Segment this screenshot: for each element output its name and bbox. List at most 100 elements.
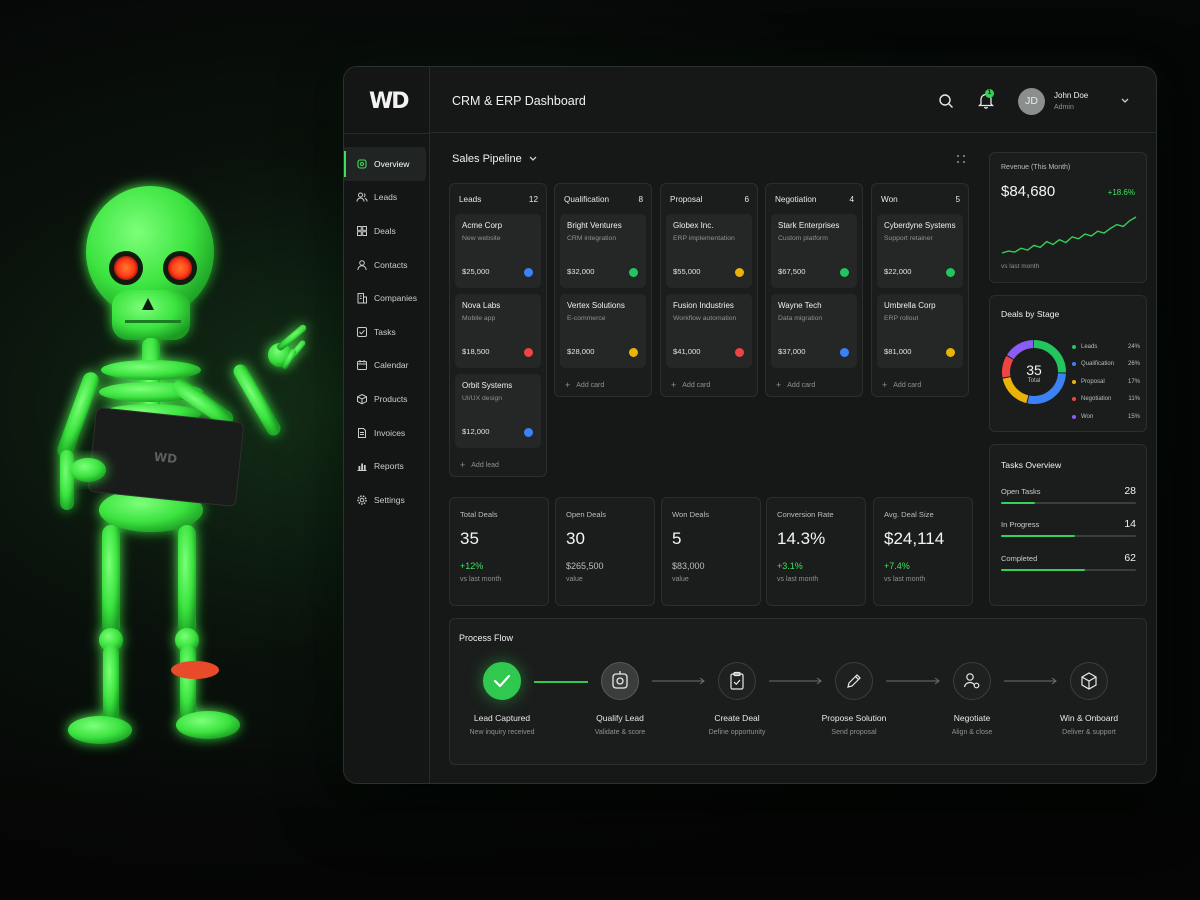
- left-eye: [114, 256, 138, 280]
- add-label: Add card: [787, 381, 816, 389]
- process-step[interactable]: Propose Solution Send proposal: [794, 662, 914, 736]
- add-card-button[interactable]: + Add card: [555, 374, 651, 396]
- sidebar-item-leads[interactable]: Leads: [344, 181, 430, 215]
- owner-dot: [735, 268, 744, 277]
- sidebar-item-label: Deals: [374, 225, 396, 236]
- box-icon: [356, 393, 368, 405]
- sidebar-item-overview[interactable]: Overview: [344, 147, 426, 181]
- deal-description: ERP implementation: [673, 235, 735, 242]
- column-title: Qualification: [564, 194, 610, 204]
- legend-dot: [1072, 344, 1076, 349]
- legend-label: Negotiation: [1081, 396, 1112, 403]
- users-icon: [356, 191, 368, 203]
- drag-handle-icon[interactable]: [956, 154, 966, 164]
- notification-badge: 1: [985, 89, 994, 98]
- deal-card[interactable]: Vertex Solutions E-commerce $28,000: [560, 294, 646, 368]
- stat-card: Conversion Rate 14.3% +3.1% vs last month: [766, 497, 866, 606]
- column-count: 4: [849, 194, 854, 204]
- step-subtitle: Deliver & support: [1062, 729, 1116, 736]
- add-card-button[interactable]: + Add card: [766, 374, 862, 396]
- sidebar-item-reports[interactable]: Reports: [344, 449, 430, 483]
- column-count: 6: [744, 194, 749, 204]
- step-title: Negotiate: [953, 713, 991, 723]
- deal-company: Stark Enterprises: [778, 221, 840, 230]
- legend-percent: 24%: [1127, 343, 1140, 350]
- column-header: Won 5: [872, 184, 968, 214]
- target-icon: [601, 662, 639, 700]
- user-gear-icon: [953, 662, 991, 700]
- add-label: Add card: [682, 381, 711, 389]
- task-progress-bar: [1001, 502, 1136, 504]
- process-flow-title: Process Flow: [459, 633, 514, 643]
- revenue-change: +18.6%: [1107, 188, 1135, 197]
- owner-dot: [524, 268, 533, 277]
- legend-item: Won 15%: [1072, 408, 1140, 426]
- deal-card[interactable]: Cyberdyne Systems Support retainer $22,000: [877, 214, 963, 288]
- step-subtitle: Validate & score: [594, 729, 646, 736]
- task-progress-fill: [1001, 535, 1076, 537]
- task-row: In Progress 14: [1001, 518, 1136, 537]
- process-step[interactable]: Create Deal Define opportunity: [677, 662, 797, 736]
- sidebar-item-deals[interactable]: Deals: [344, 214, 430, 248]
- gear-icon: [356, 494, 368, 506]
- chevron-down-icon[interactable]: [1120, 97, 1130, 105]
- deal-card[interactable]: Bright Ventures CRM integration $32,000: [560, 214, 646, 288]
- legend-label: Won: [1081, 413, 1094, 420]
- calendar-icon: [356, 359, 368, 371]
- add-lead-button[interactable]: + Add lead: [450, 454, 546, 476]
- stat-change: +3.1%: [777, 561, 803, 571]
- cube-icon: [1070, 662, 1108, 700]
- deal-value: $25,000: [462, 267, 490, 276]
- sidebar-item-label: Companies: [374, 293, 417, 304]
- stat-value: 14.3%: [777, 529, 826, 548]
- sidebar-item-tasks[interactable]: Tasks: [344, 315, 430, 349]
- column-header: Leads 12: [450, 184, 546, 214]
- search-icon[interactable]: [938, 93, 954, 109]
- sidebar-item-products[interactable]: Products: [344, 382, 430, 416]
- sidebar-item-calendar[interactable]: Calendar: [344, 349, 430, 383]
- sidebar-item-label: Invoices: [374, 427, 406, 438]
- pipeline-title[interactable]: Sales Pipeline: [452, 153, 522, 165]
- deal-company: Vertex Solutions: [567, 301, 625, 310]
- legend-dot: [1072, 397, 1076, 402]
- process-step[interactable]: Lead Captured New inquiry received: [442, 662, 562, 736]
- process-step[interactable]: Negotiate Align & close: [912, 662, 1032, 736]
- deal-description: CRM integration: [567, 235, 617, 242]
- user-name: John Doe: [1054, 91, 1089, 100]
- deal-card[interactable]: Globex Inc. ERP implementation $55,000: [666, 214, 752, 288]
- revenue-sparkline: [1001, 216, 1137, 254]
- deal-card[interactable]: Fusion Industries Workflow automation $41,…: [666, 294, 752, 368]
- chevron-down-icon[interactable]: [528, 155, 538, 163]
- sidebar-item-contacts[interactable]: Contacts: [344, 248, 430, 282]
- deal-card[interactable]: Umbrella Corp ERP rollout $81,000: [877, 294, 963, 368]
- process-step[interactable]: Qualify Lead Validate & score: [560, 662, 680, 736]
- deal-card[interactable]: Stark Enterprises Custom platform $67,500: [771, 214, 857, 288]
- sidebar-item-companies[interactable]: Companies: [344, 281, 430, 315]
- step-title: Qualify Lead: [596, 713, 644, 723]
- process-step[interactable]: Win & Onboard Deliver & support: [1029, 662, 1149, 736]
- step-title: Lead Captured: [473, 713, 531, 723]
- stat-label: Total Deals: [460, 510, 498, 519]
- deal-card[interactable]: Wayne Tech Data migration $37,000: [771, 294, 857, 368]
- sidebar-item-label: Calendar: [374, 360, 409, 371]
- owner-dot: [524, 428, 533, 437]
- deal-card[interactable]: Orbit Systems UI/UX design $12,000: [455, 374, 541, 448]
- deal-company: Globex Inc.: [673, 221, 714, 230]
- column-header: Qualification 8: [555, 184, 651, 214]
- step-subtitle: New inquiry received: [469, 729, 535, 736]
- sidebar-item-settings[interactable]: Settings: [344, 483, 430, 517]
- plus-icon: +: [776, 380, 782, 390]
- add-label: Add card: [576, 381, 605, 389]
- deal-card[interactable]: Acme Corp New website $25,000: [455, 214, 541, 288]
- task-label: Completed: [1001, 554, 1038, 563]
- sidebar-item-invoices[interactable]: Invoices: [344, 416, 430, 450]
- step-title: Win & Onboard: [1059, 713, 1119, 723]
- pen-icon: [835, 662, 873, 700]
- add-card-button[interactable]: + Add card: [872, 374, 968, 396]
- avatar[interactable]: JD: [1018, 88, 1045, 115]
- deal-card[interactable]: Nova Labs Mobile app $18,500: [455, 294, 541, 368]
- revenue-panel: Revenue (This Month) $84,680 +18.6% vs l…: [989, 152, 1147, 283]
- task-row: Open Tasks 28: [1001, 485, 1136, 504]
- app-logo[interactable]: WD: [369, 89, 410, 114]
- add-card-button[interactable]: + Add card: [661, 374, 757, 396]
